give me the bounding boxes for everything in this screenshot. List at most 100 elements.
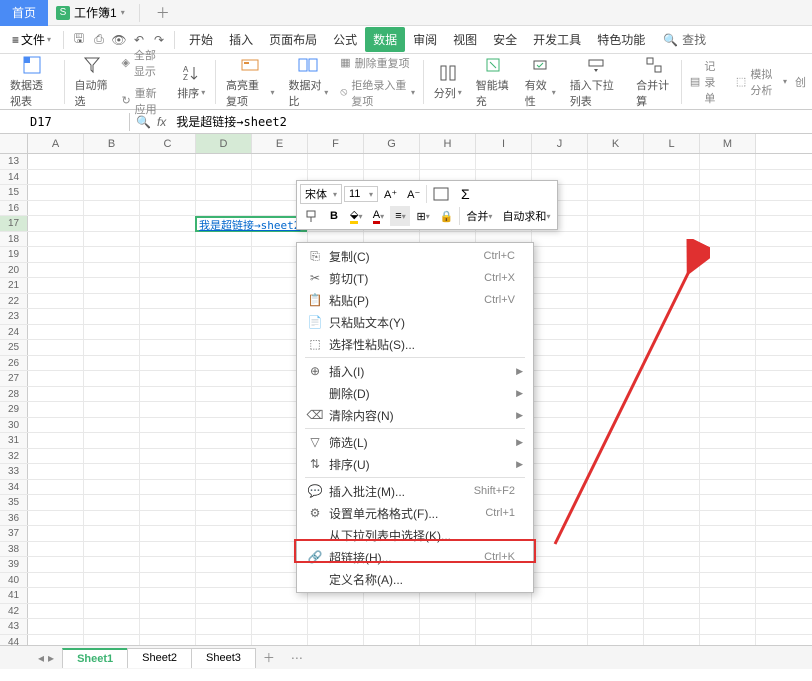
cell-A15[interactable] [28,185,84,200]
cell-K37[interactable] [588,526,644,541]
cell-C15[interactable] [140,185,196,200]
menu-item-9[interactable]: 特色功能 [589,27,653,52]
cell-L20[interactable] [644,263,700,278]
cell-J42[interactable] [532,604,588,619]
cell-E42[interactable] [252,604,308,619]
cell-M23[interactable] [700,309,756,324]
font-color-button[interactable]: A▾ [368,206,388,226]
cell-C16[interactable] [140,201,196,216]
cell-D15[interactable] [196,185,252,200]
row-header-22[interactable]: 22 [0,294,28,309]
cell-A39[interactable] [28,557,84,572]
cell-J32[interactable] [532,449,588,464]
context-item-15[interactable]: 从下拉列表中选择(K)... [297,524,533,546]
context-item-format[interactable]: ⚙设置单元格格式(F)...Ctrl+1 [297,502,533,524]
cell-D36[interactable] [196,511,252,526]
menu-item-6[interactable]: 视图 [445,27,485,52]
col-header-G[interactable]: G [364,134,420,153]
context-item-sort[interactable]: ⇅排序(U)▶ [297,453,533,475]
merge-dropdown[interactable]: 合并▾ [462,206,496,226]
merge-button[interactable] [429,184,453,204]
cell-A43[interactable] [28,619,84,634]
cell-C34[interactable] [140,480,196,495]
bold-button[interactable]: B [324,206,344,226]
cell-A36[interactable] [28,511,84,526]
row-header-19[interactable]: 19 [0,247,28,262]
cell-L30[interactable] [644,418,700,433]
cell-L25[interactable] [644,340,700,355]
cell-C22[interactable] [140,294,196,309]
cell-J36[interactable] [532,511,588,526]
cell-J22[interactable] [532,294,588,309]
cell-K39[interactable] [588,557,644,572]
cell-J39[interactable] [532,557,588,572]
save-icon[interactable]: 🖫 [70,31,88,49]
border-button[interactable]: ⊞▾ [412,206,433,226]
format-painter-button[interactable] [300,206,322,226]
cell-K16[interactable] [588,201,644,216]
cell-D34[interactable] [196,480,252,495]
cell-A33[interactable] [28,464,84,479]
cell-A32[interactable] [28,449,84,464]
context-item-paste-text[interactable]: 📄只粘贴文本(Y) [297,311,533,333]
font-size-select[interactable]: 11▾ [344,186,378,202]
cell-M25[interactable] [700,340,756,355]
context-item-comment[interactable]: 💬插入批注(M)...Shift+F2 [297,480,533,502]
menu-item-5[interactable]: 审阅 [405,27,445,52]
row-header-34[interactable]: 34 [0,480,28,495]
lock-button[interactable]: 🔒 [436,206,458,226]
cell-J38[interactable] [532,542,588,557]
row-header-30[interactable]: 30 [0,418,28,433]
sheet-nav-first[interactable]: ◂ [38,651,44,665]
increase-font-button[interactable]: A⁺ [380,184,401,204]
cell-A21[interactable] [28,278,84,293]
cell-L15[interactable] [644,185,700,200]
cell-K19[interactable] [588,247,644,262]
row-header-35[interactable]: 35 [0,495,28,510]
align-button[interactable]: ≡▾ [390,206,410,226]
cell-B13[interactable] [84,154,140,169]
row-header-37[interactable]: 37 [0,526,28,541]
menu-item-8[interactable]: 开发工具 [525,27,589,52]
cell-A25[interactable] [28,340,84,355]
cell-K42[interactable] [588,604,644,619]
cell-M32[interactable] [700,449,756,464]
cell-L29[interactable] [644,402,700,417]
cell-J40[interactable] [532,573,588,588]
cell-B40[interactable] [84,573,140,588]
add-tab-button[interactable]: ＋ [146,0,180,27]
menu-item-2[interactable]: 页面布局 [261,27,325,52]
cell-F13[interactable] [308,154,364,169]
cell-C21[interactable] [140,278,196,293]
col-header-A[interactable]: A [28,134,84,153]
cell-B36[interactable] [84,511,140,526]
context-item-17[interactable]: 定义名称(A)... [297,568,533,590]
cell-L23[interactable] [644,309,700,324]
cell-G43[interactable] [364,619,420,634]
cell-I42[interactable] [476,604,532,619]
cell-A28[interactable] [28,387,84,402]
cell-B27[interactable] [84,371,140,386]
cell-C38[interactable] [140,542,196,557]
cell-K41[interactable] [588,588,644,603]
reject-dup-button[interactable]: ⦸拒绝录入重复项▾ [336,75,419,111]
cell-L34[interactable] [644,480,700,495]
cell-L41[interactable] [644,588,700,603]
cell-J23[interactable] [532,309,588,324]
col-header-M[interactable]: M [700,134,756,153]
row-header-31[interactable]: 31 [0,433,28,448]
cell-M17[interactable] [700,216,756,231]
cell-B14[interactable] [84,170,140,185]
validation-button[interactable]: 有效性▾ [519,53,562,111]
cell-C35[interactable] [140,495,196,510]
cell-K18[interactable] [588,232,644,247]
cell-L27[interactable] [644,371,700,386]
cell-M36[interactable] [700,511,756,526]
cell-K15[interactable] [588,185,644,200]
cell-L13[interactable] [644,154,700,169]
row-header-21[interactable]: 21 [0,278,28,293]
row-header-39[interactable]: 39 [0,557,28,572]
row-header-13[interactable]: 13 [0,154,28,169]
row-header-42[interactable]: 42 [0,604,28,619]
autofilter-button[interactable]: 自动筛选 [68,53,115,111]
